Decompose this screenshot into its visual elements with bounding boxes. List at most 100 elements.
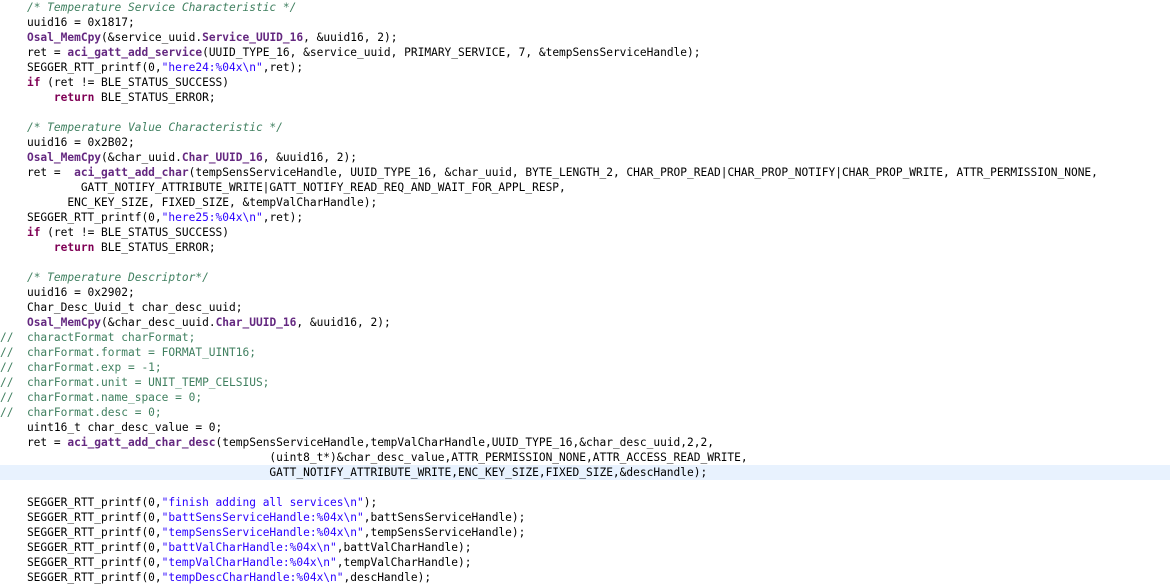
code-line-text: SEGGER_RTT_printf(0,"finish adding all s… — [0, 495, 377, 510]
code-line-text: ret = aci_gatt_add_char_desc(tempSensSer… — [0, 435, 714, 450]
code-line[interactable]: /* Temperature Descriptor*/ — [0, 270, 1170, 285]
code-line-text: // charactFormat charFormat; — [0, 330, 195, 345]
code-line[interactable]: return BLE_STATUS_ERROR; — [0, 240, 1170, 255]
code-line[interactable]: SEGGER_RTT_printf(0,"here25:%04x\n",ret)… — [0, 210, 1170, 225]
code-line[interactable]: uuid16 = 0x2B02; — [0, 135, 1170, 150]
code-line-text: // charFormat.name_space = 0; — [0, 390, 202, 405]
code-token: SEGGER_RTT_printf(0, — [0, 526, 162, 539]
code-line-text: (uint8_t*)&char_desc_value,ATTR_PERMISSI… — [0, 450, 747, 465]
code-token: uuid16 = 0x2B02; — [0, 136, 135, 149]
code-line-text: // charFormat.unit = UNIT_TEMP_CELSIUS; — [0, 375, 269, 390]
code-line[interactable]: SEGGER_RTT_printf(0,"battValCharHandle:%… — [0, 540, 1170, 555]
code-line[interactable]: Char_Desc_Uuid_t char_desc_uuid; — [0, 300, 1170, 315]
code-token: ret = — [0, 46, 68, 59]
code-line[interactable]: ret = aci_gatt_add_char(tempSensServiceH… — [0, 165, 1170, 180]
code-line[interactable] — [0, 105, 1170, 120]
code-editor[interactable]: /* Temperature Service Characteristic */… — [0, 0, 1170, 588]
code-comment: // charFormat.name_space = 0; — [0, 391, 203, 404]
code-line[interactable]: ENC_KEY_SIZE, FIXED_SIZE, &tempValCharHa… — [0, 195, 1170, 210]
code-token: , &uuid16, 2); — [262, 151, 357, 164]
code-token: GATT_NOTIFY_ATTRIBUTE_WRITE,ENC_KEY_SIZE… — [0, 466, 708, 479]
code-line-text: uuid16 = 0x2B02; — [0, 135, 135, 150]
code-comment: /* Temperature Service Characteristic */ — [26, 1, 297, 14]
code-function: aci_gatt_add_char_desc — [67, 436, 216, 449]
code-line-text: SEGGER_RTT_printf(0,"battSensServiceHand… — [0, 510, 525, 525]
code-line[interactable]: SEGGER_RTT_printf(0,"battSensServiceHand… — [0, 510, 1170, 525]
code-token: ,ret); — [262, 61, 304, 74]
code-line-text: Osal_MemCpy(&char_uuid.Char_UUID_16, &uu… — [0, 150, 357, 165]
code-line[interactable] — [0, 480, 1170, 495]
code-line[interactable]: Osal_MemCpy(&service_uuid.Service_UUID_1… — [0, 30, 1170, 45]
code-line[interactable]: /* Temperature Value Characteristic */ — [0, 120, 1170, 135]
code-line[interactable]: uint16_t char_desc_value = 0; — [0, 420, 1170, 435]
code-line[interactable]: SEGGER_RTT_printf(0,"tempValCharHandle:%… — [0, 555, 1170, 570]
code-line[interactable]: // charFormat.desc = 0; — [0, 405, 1170, 420]
code-line-text: ret = aci_gatt_add_char(tempSensServiceH… — [0, 165, 1098, 180]
code-line-text: Char_Desc_Uuid_t char_desc_uuid; — [0, 300, 243, 315]
code-function: aci_gatt_add_service — [67, 46, 203, 59]
code-line[interactable]: if (ret != BLE_STATUS_SUCCESS) — [0, 75, 1170, 90]
code-line[interactable]: Osal_MemCpy(&char_uuid.Char_UUID_16, &uu… — [0, 150, 1170, 165]
code-comment: /* Temperature Value Characteristic */ — [26, 121, 283, 134]
code-line[interactable] — [0, 255, 1170, 270]
code-line-text: GATT_NOTIFY_ATTRIBUTE_WRITE,ENC_KEY_SIZE… — [0, 465, 707, 480]
code-comment: // charFormat.exp = -1; — [0, 361, 162, 374]
code-token: , &uuid16, 2); — [303, 31, 398, 44]
code-line[interactable]: uuid16 = 0x2902; — [0, 285, 1170, 300]
code-string: "here24:%04x\n" — [161, 61, 263, 74]
code-line-text: // charFormat.exp = -1; — [0, 360, 162, 375]
code-line-text: // charFormat.format = FORMAT_UINT16; — [0, 345, 256, 360]
code-line-text: SEGGER_RTT_printf(0,"here24:%04x\n",ret)… — [0, 60, 303, 75]
code-function: Char_UUID_16 — [215, 316, 297, 329]
code-line[interactable]: ret = aci_gatt_add_service(UUID_TYPE_16,… — [0, 45, 1170, 60]
code-line[interactable]: GATT_NOTIFY_ATTRIBUTE_WRITE|GATT_NOTIFY_… — [0, 180, 1170, 195]
code-function: Service_UUID_16 — [202, 31, 304, 44]
code-lines[interactable]: /* Temperature Service Characteristic */… — [0, 0, 1170, 585]
code-line[interactable]: return BLE_STATUS_ERROR; — [0, 90, 1170, 105]
code-line[interactable]: /* Temperature Service Characteristic */ — [0, 0, 1170, 15]
code-keyword: if — [26, 76, 41, 89]
current-code-line[interactable]: GATT_NOTIFY_ATTRIBUTE_WRITE,ENC_KEY_SIZE… — [0, 465, 1170, 480]
code-line[interactable]: SEGGER_RTT_printf(0,"tempSensServiceHand… — [0, 525, 1170, 540]
code-line[interactable]: (uint8_t*)&char_desc_value,ATTR_PERMISSI… — [0, 450, 1170, 465]
code-line[interactable]: ret = aci_gatt_add_char_desc(tempSensSer… — [0, 435, 1170, 450]
code-line[interactable]: uuid16 = 0x1817; — [0, 15, 1170, 30]
code-token: ret = — [0, 436, 68, 449]
code-string: "finish adding all services\n" — [161, 496, 364, 509]
code-line[interactable]: // charactFormat charFormat; — [0, 330, 1170, 345]
code-token: GATT_NOTIFY_ATTRIBUTE_WRITE|GATT_NOTIFY_… — [0, 181, 566, 194]
code-line-text: return BLE_STATUS_ERROR; — [0, 90, 216, 105]
code-token: ,tempSensServiceHandle); — [363, 526, 526, 539]
code-token: , &uuid16, 2); — [296, 316, 391, 329]
code-keyword: return — [53, 91, 95, 104]
code-line[interactable]: SEGGER_RTT_printf(0,"finish adding all s… — [0, 495, 1170, 510]
code-token: (&service_uuid. — [101, 31, 203, 44]
code-line-text: uuid16 = 0x1817; — [0, 15, 135, 30]
code-line-text: uuid16 = 0x2902; — [0, 285, 135, 300]
code-token: (ret != BLE_STATUS_SUCCESS) — [40, 76, 230, 89]
code-token: SEGGER_RTT_printf(0, — [0, 511, 162, 524]
code-line[interactable]: SEGGER_RTT_printf(0,"here24:%04x\n",ret)… — [0, 60, 1170, 75]
code-string: "tempDescCharHandle:%04x\n" — [161, 571, 344, 584]
code-line-text: Osal_MemCpy(&service_uuid.Service_UUID_1… — [0, 30, 397, 45]
code-line[interactable]: Osal_MemCpy(&char_desc_uuid.Char_UUID_16… — [0, 315, 1170, 330]
code-line[interactable]: // charFormat.format = FORMAT_UINT16; — [0, 345, 1170, 360]
code-line[interactable]: // charFormat.unit = UNIT_TEMP_CELSIUS; — [0, 375, 1170, 390]
code-line[interactable]: if (ret != BLE_STATUS_SUCCESS) — [0, 225, 1170, 240]
code-line-text: /* Temperature Value Characteristic */ — [0, 120, 283, 135]
code-token: ,battSensServiceHandle); — [363, 511, 526, 524]
code-string: "here25:%04x\n" — [161, 211, 263, 224]
code-line[interactable]: // charFormat.name_space = 0; — [0, 390, 1170, 405]
code-line[interactable]: SEGGER_RTT_printf(0,"tempDescCharHandle:… — [0, 570, 1170, 585]
code-comment: // charFormat.desc = 0; — [0, 406, 162, 419]
code-function: Osal_MemCpy — [26, 151, 102, 164]
code-line[interactable]: // charFormat.exp = -1; — [0, 360, 1170, 375]
code-token: BLE_STATUS_ERROR; — [94, 91, 216, 104]
code-keyword: return — [53, 241, 95, 254]
code-token: ,ret); — [262, 211, 304, 224]
code-token: (UUID_TYPE_16, &service_uuid, PRIMARY_SE… — [202, 46, 701, 59]
